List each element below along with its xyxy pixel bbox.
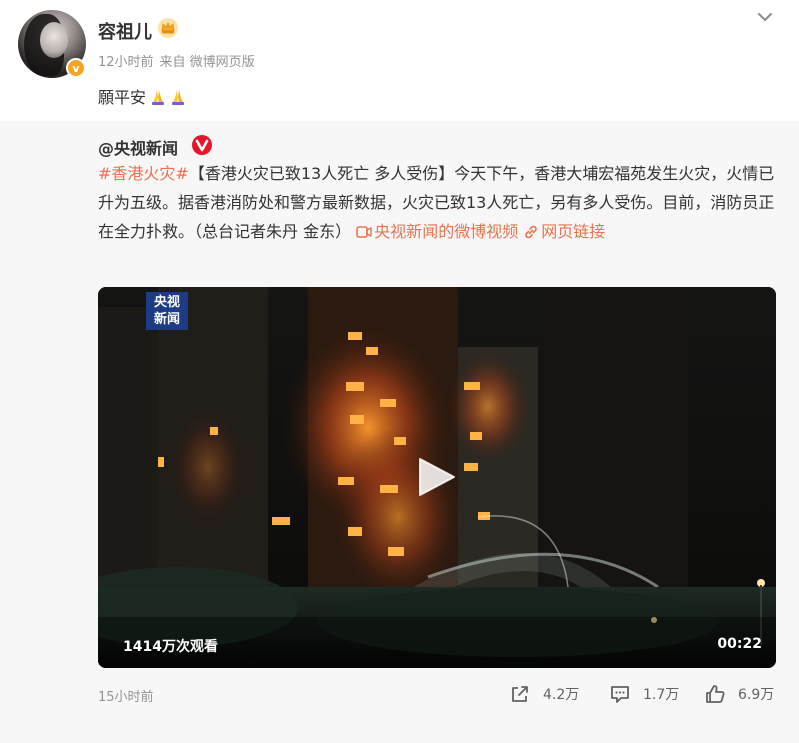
verified-badge-icon: v: [66, 58, 86, 78]
repost-body: #香港火灾#【香港火灾已致13人死亡 多人受伤】今天下午，香港大埔宏福苑发生火灾…: [98, 159, 788, 246]
web-link-label: 网页链接: [541, 222, 606, 241]
repost-author-link[interactable]: @央视新闻: [98, 135, 178, 159]
like-count: 6.9万: [738, 687, 775, 703]
post-meta: 12小时前 来自 微博网页版: [98, 51, 255, 70]
cctv-logo-line2: 新闻: [153, 312, 180, 327]
repost-card: @央视新闻 #香港火灾#【香港火灾已致13人死亡 多人受伤】今天下午，香港大埔宏…: [0, 121, 799, 743]
link-icon: [525, 225, 538, 239]
avatar-face-shape: [40, 22, 68, 58]
pray-emoji-icon: [152, 90, 165, 105]
video-view-count: 1414万次观看: [123, 639, 218, 655]
comment-icon: [611, 686, 629, 703]
post-text-content: 願平安: [98, 88, 147, 107]
thumbs-up-icon: [706, 685, 725, 703]
web-link[interactable]: 网页链接: [523, 222, 605, 241]
post-source: 来自 微博网页版: [159, 55, 255, 70]
post-time[interactable]: 12小时前: [98, 55, 154, 70]
chevron-down-icon[interactable]: [756, 8, 774, 26]
user-name[interactable]: 容祖儿: [98, 18, 152, 44]
share-button[interactable]: 4.2万: [509, 682, 579, 706]
share-icon: [512, 686, 528, 702]
like-button[interactable]: 6.9万: [704, 682, 774, 706]
cctv-news-logo: 央视 新闻: [146, 292, 188, 330]
crown-icon: [158, 18, 178, 38]
play-icon[interactable]: [414, 455, 458, 499]
pray-emoji-icon: [172, 90, 185, 105]
weibo-v-badge-icon: [192, 135, 212, 155]
post-text: 願平安: [98, 84, 186, 108]
comment-button[interactable]: 1.7万: [609, 682, 679, 706]
video-link[interactable]: 央视新闻的微博视频: [356, 222, 518, 241]
video-duration: 00:22: [717, 636, 762, 652]
hashtag-link[interactable]: #香港火灾#: [98, 164, 189, 183]
share-count: 4.2万: [543, 687, 580, 703]
video-link-icon: [356, 226, 372, 238]
cctv-logo-line1: 央视: [153, 295, 180, 310]
video-link-label: 央视新闻的微博视频: [374, 222, 519, 241]
video-player[interactable]: 央视 新闻 1414万次观看 00:22: [98, 287, 776, 668]
comment-count: 1.7万: [643, 687, 680, 703]
repost-time[interactable]: 15小时前: [98, 686, 154, 705]
